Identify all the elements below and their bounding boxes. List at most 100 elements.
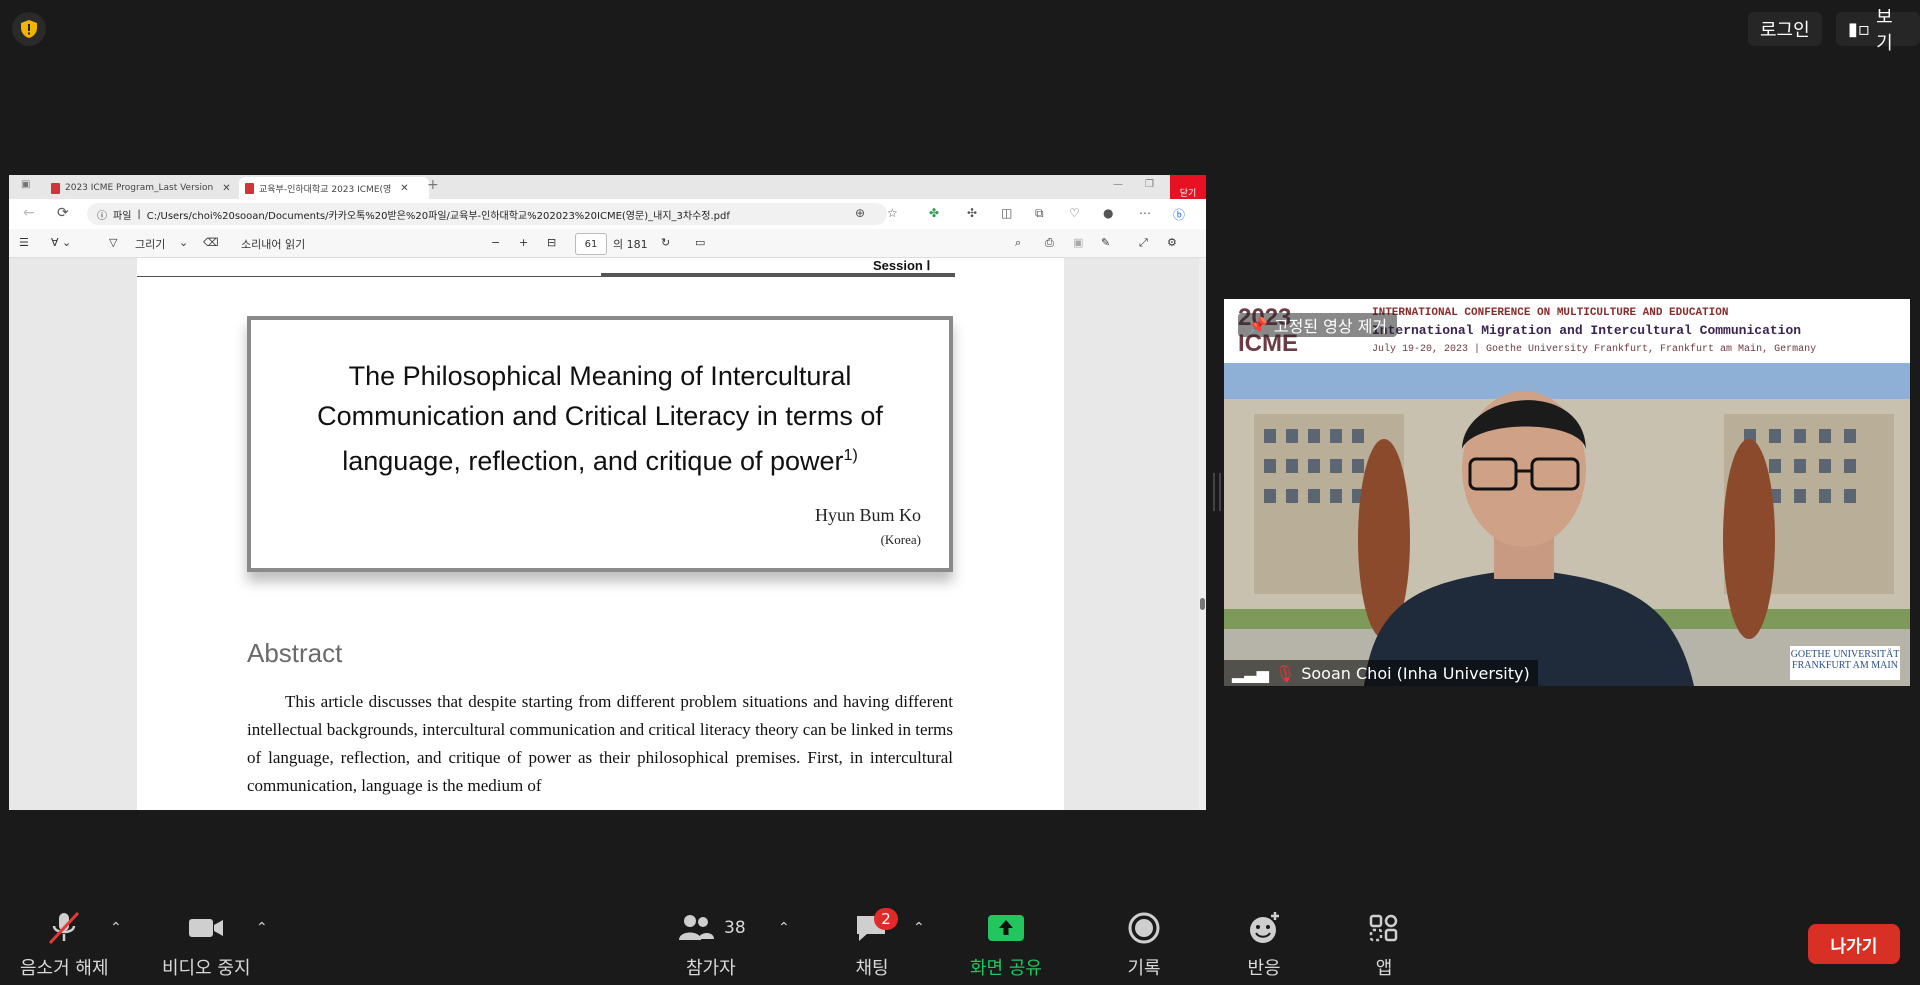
participant-video[interactable]: 2023 ICME INTERNATIONAL CONFERENCE ON MU…: [1224, 299, 1910, 686]
fullscreen-icon[interactable]: ⤢: [1139, 236, 1148, 250]
chat-caret-icon[interactable]: ⌃: [913, 920, 925, 936]
unpin-video-button[interactable]: 📌 고정된 영상 제거: [1238, 313, 1398, 337]
restore-icon[interactable]: ❐: [1145, 179, 1154, 190]
new-tab-icon[interactable]: +: [427, 177, 439, 193]
browser-tab-pdf[interactable]: 교육부-인하대학교 2023 ICME(영 ✕: [239, 177, 429, 199]
favorite-star-icon[interactable]: ☆: [887, 206, 898, 220]
participant-name-tag: ▂▃▅ 🎙 Sooan Choi (Inha University): [1224, 660, 1538, 686]
url-prefix: 파일: [113, 210, 132, 222]
page-number: 61: [584, 238, 598, 250]
page-view-icon[interactable]: ▭: [695, 236, 705, 249]
draw-dropdown-icon[interactable]: ⌄: [179, 236, 188, 249]
extension-icon[interactable]: ✤: [929, 206, 939, 220]
settings-gear-icon[interactable]: ⚙: [1167, 236, 1177, 249]
eraser-icon[interactable]: ⌫: [203, 236, 219, 249]
abstract-heading: Abstract: [247, 638, 343, 668]
url-text: C:/Users/choi%20sooan/Documents/카카오톡%20받…: [146, 210, 730, 222]
paper-title: The Philosophical Meaning of Intercultur…: [251, 356, 949, 481]
login-button[interactable]: 로그인: [1748, 12, 1822, 46]
share-screen-button[interactable]: 화면 공유: [970, 910, 1042, 980]
session-header: Session Ⅰ: [873, 258, 931, 273]
participants-label: 참가자: [685, 958, 736, 979]
info-icon: ⓘ: [97, 210, 107, 222]
security-shield-icon[interactable]: [12, 12, 46, 46]
reactions-label: 반응: [1247, 958, 1281, 979]
more-menu-icon[interactable]: ⋯: [1139, 206, 1151, 220]
back-icon[interactable]: ←: [23, 205, 35, 221]
video-camera-icon: [189, 919, 224, 937]
tab-actions-icon[interactable]: ▣: [21, 179, 30, 190]
refresh-icon[interactable]: ⟳: [57, 205, 69, 221]
panel-resize-handle[interactable]: [1213, 473, 1221, 511]
extensions-puzzle-icon[interactable]: ✣: [967, 206, 977, 220]
participants-button[interactable]: 38 참가자: [676, 910, 746, 980]
share-screen-label: 화면 공유: [970, 958, 1042, 979]
draw-icon[interactable]: ▽: [109, 236, 117, 249]
search-icon[interactable]: ⌕: [1015, 236, 1021, 250]
view-label: 보기: [1876, 7, 1893, 54]
university-logo-text: GOETHE UNIVERSITÄT FRANKFURT AM MAIN: [1790, 649, 1900, 671]
stop-video-label: 비디오 중지: [162, 958, 251, 979]
address-bar[interactable]: ⓘ 파일 | C:/Users/choi%20sooan/Documents/카…: [87, 203, 887, 225]
highlight-icon[interactable]: ∀ ⌄: [51, 236, 71, 249]
pdf-scrollbar[interactable]: [1199, 258, 1206, 810]
save-icon[interactable]: ▣: [1073, 236, 1083, 249]
participant-name: Sooan Choi (Inha University): [1301, 663, 1530, 683]
scrollbar-thumb[interactable]: [1200, 598, 1205, 610]
pin-icon: 📌: [1248, 315, 1268, 335]
page-number-input[interactable]: 61: [575, 233, 607, 255]
print-icon[interactable]: ⎙: [1045, 236, 1054, 250]
pdf-icon: [245, 182, 254, 194]
collections-icon[interactable]: ⧉: [1035, 206, 1044, 221]
browser-tab-program[interactable]: 2023 ICME Program_Last Version ✕: [45, 177, 237, 199]
leave-meeting-button[interactable]: 나가기: [1808, 924, 1900, 964]
audio-options-caret-icon[interactable]: ⌃: [110, 920, 122, 936]
rotate-icon[interactable]: ↻: [661, 236, 670, 249]
apps-button[interactable]: 앱: [1364, 910, 1404, 980]
read-aloud-button[interactable]: 소리내어 읽기: [241, 236, 305, 252]
muted-microphone-icon: [49, 911, 80, 945]
header-rule: [137, 276, 947, 277]
fit-page-icon[interactable]: ⊟: [547, 236, 556, 249]
tab-title: 2023 ICME Program_Last Version: [65, 183, 214, 193]
record-icon: [1128, 912, 1160, 944]
abstract-text: This article discusses that despite star…: [247, 692, 953, 795]
chat-badge-count: 2: [881, 910, 891, 928]
chat-unread-badge: 2: [874, 908, 898, 930]
stop-video-button[interactable]: 비디오 중지: [162, 910, 251, 980]
pdf-toolbar: ☰ ∀ ⌄ ▽ 그리기 ⌄ ⌫ 소리내어 읽기 − + ⊟ 61 의 181 ↻…: [9, 229, 1206, 258]
save-as-icon[interactable]: ✎: [1101, 236, 1110, 249]
browser-tab-strip: ▣ 2023 ICME Program_Last Version ✕ 교육부-인…: [9, 175, 1206, 199]
url-separator: |: [137, 208, 141, 220]
profile-avatar-icon[interactable]: ●: [1103, 206, 1113, 220]
view-button[interactable]: ▮▫ 보기: [1836, 7, 1920, 54]
record-button[interactable]: 기록: [1124, 910, 1164, 980]
window-close-button[interactable]: 닫기: [1170, 175, 1206, 199]
apps-icon: [1369, 914, 1398, 942]
pdf-icon: [51, 182, 60, 194]
muted-mic-icon: 🎙: [1274, 663, 1296, 683]
unpin-label: 고정된 영상 제거: [1273, 317, 1388, 336]
unmute-button[interactable]: 음소거 해제: [20, 910, 109, 980]
draw-button[interactable]: 그리기: [135, 236, 165, 252]
video-options-caret-icon[interactable]: ⌃: [256, 920, 268, 936]
view-icon: ▮▫: [1848, 18, 1871, 40]
record-label: 기록: [1127, 958, 1161, 979]
participants-count: 38: [724, 918, 746, 938]
contents-icon[interactable]: ☰: [19, 236, 29, 249]
close-tab-icon[interactable]: ✕: [400, 183, 408, 194]
title-box: The Philosophical Meaning of Intercultur…: [247, 316, 953, 572]
close-tab-icon[interactable]: ✕: [222, 183, 230, 194]
leave-label: 나가기: [1830, 936, 1878, 957]
split-screen-icon[interactable]: ◫: [1001, 206, 1012, 220]
zoom-in-icon[interactable]: +: [519, 236, 528, 249]
participants-caret-icon[interactable]: ⌃: [778, 920, 790, 936]
pdf-viewer[interactable]: Session Ⅰ The Philosophical Meaning of I…: [9, 258, 1199, 810]
zoom-out-icon[interactable]: −: [491, 236, 500, 249]
browser-essentials-icon[interactable]: ♡: [1069, 206, 1080, 220]
reactions-button[interactable]: 반응: [1244, 910, 1284, 980]
minimize-icon[interactable]: —: [1113, 179, 1123, 190]
copilot-icon[interactable]: ⓑ: [1173, 206, 1185, 223]
title-line: Communication and Critical Literacy in t…: [317, 401, 883, 431]
zoom-icon[interactable]: ⊕: [855, 206, 865, 220]
